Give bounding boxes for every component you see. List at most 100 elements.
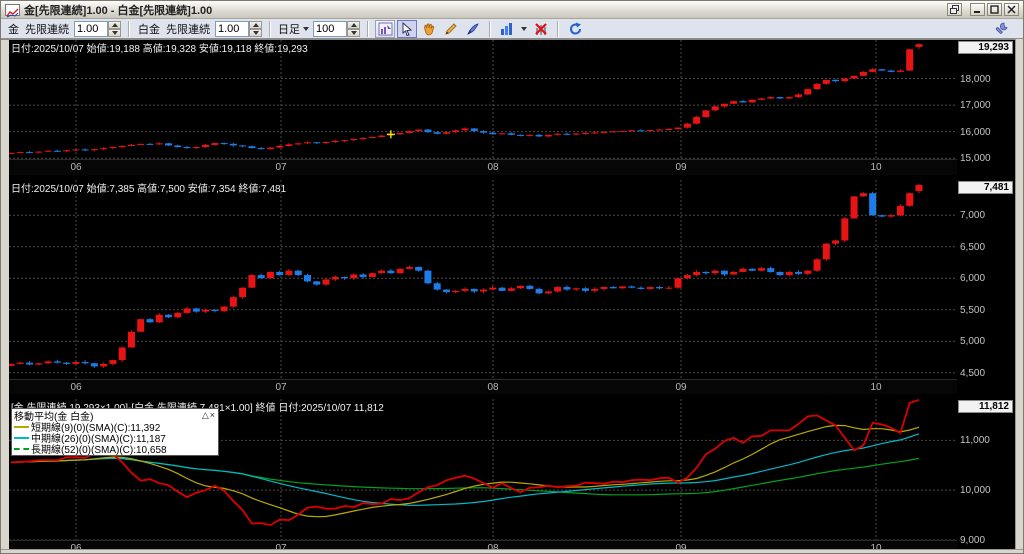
moving-average-legend: 移動平均(金 白金) △× 短期線(9)(0)(SMA)(C):11,392 中… <box>11 408 219 456</box>
platinum-candlestick-panel[interactable]: 日付:2025/10/07 始値:7,385 高値:7,500 安値:7,354… <box>9 180 957 379</box>
candle-body <box>127 331 135 348</box>
candle-body <box>600 131 608 133</box>
candle-body <box>804 89 812 95</box>
x-axis-label: 10 <box>870 382 882 393</box>
indicator-chart-icon[interactable] <box>497 20 517 38</box>
gold-scale-input[interactable] <box>74 20 108 37</box>
gold-symbol-label: 金 <box>8 23 19 36</box>
candle-body <box>81 361 89 364</box>
candle-body <box>609 287 617 289</box>
plot-region: 日付:2025/10/07 始値:19,188 高値:19,328 安値:19,… <box>9 40 957 553</box>
candle-body <box>452 290 460 293</box>
quill-icon[interactable] <box>463 20 483 38</box>
x-axis-label: 06 <box>70 162 82 173</box>
candle-body <box>165 143 173 146</box>
gold-scale-up-button[interactable] <box>108 20 121 29</box>
gold-scale-down-button[interactable] <box>108 28 121 37</box>
candle-body <box>72 149 80 151</box>
candle-body <box>813 259 821 271</box>
hand-icon[interactable] <box>419 20 439 38</box>
candle-body <box>192 147 200 149</box>
candle-body <box>915 44 923 47</box>
bar-count-up-button[interactable] <box>347 20 360 29</box>
candle-body <box>850 196 858 219</box>
platinum-x-axis: 06 07 08 09 10 <box>9 379 957 394</box>
x-axis-label: 09 <box>675 382 687 393</box>
candle-body <box>239 287 247 298</box>
candle-body <box>767 268 775 272</box>
platinum-scale-input[interactable] <box>215 20 249 37</box>
candle-body <box>637 287 645 289</box>
short-ma-swatch <box>14 425 29 428</box>
candle-body <box>155 143 163 145</box>
candle-body <box>63 362 71 364</box>
candle-body <box>266 147 274 150</box>
delete-indicator-icon[interactable] <box>531 20 551 38</box>
platinum-scale-down-button[interactable] <box>249 28 262 37</box>
candle-body <box>211 143 219 145</box>
candle-body <box>480 289 488 292</box>
candle-body <box>832 79 840 82</box>
candle-body <box>109 147 117 149</box>
candle-body <box>359 274 367 277</box>
candle-body <box>276 145 284 148</box>
cursor-icon[interactable] <box>397 19 417 38</box>
wrench-icon[interactable] <box>991 20 1011 38</box>
candle-body <box>498 133 506 135</box>
spread-line-panel[interactable]: [金 先限連続 19,293×1.00]-[白金 先限連続 7,481×1.00… <box>9 399 957 540</box>
y-axis-tick-label: 7,000 <box>960 210 986 222</box>
candle-body <box>229 143 237 146</box>
platinum-scale-spinner <box>215 20 262 37</box>
toolbar-separator <box>489 20 491 37</box>
maximize-button[interactable] <box>987 3 1002 16</box>
period-chart-icon[interactable] <box>375 19 395 38</box>
gold-ohlc-readout: 日付:2025/10/07 始値:19,188 高値:19,328 安値:19,… <box>11 44 308 55</box>
candle-body <box>165 314 173 318</box>
candle-body <box>906 193 914 206</box>
candle-body <box>118 347 126 361</box>
gold-series-label: 先限連続 <box>25 23 69 36</box>
candle-body <box>257 275 265 279</box>
legend-collapse-close-icons[interactable]: △× <box>202 410 216 421</box>
gold-candlestick-panel[interactable]: 日付:2025/10/07 始値:19,188 高値:19,328 安値:19,… <box>9 40 957 159</box>
period-dropdown[interactable]: 日足 <box>278 21 309 37</box>
candle-body <box>9 363 15 366</box>
title-bar[interactable]: 金[先限連続]1.00 - 白金[先限連続]1.00 <box>1 1 1023 19</box>
candle-body <box>313 142 321 144</box>
candle-body <box>220 306 228 311</box>
candle-body <box>804 270 812 274</box>
bar-count-down-button[interactable] <box>347 28 360 37</box>
close-button[interactable] <box>1004 3 1019 16</box>
candle-body <box>461 288 469 291</box>
candle-body <box>313 281 321 285</box>
candle-body <box>693 117 701 124</box>
float-window-button[interactable] <box>947 3 962 16</box>
candle-body <box>683 123 691 128</box>
window-controls <box>947 3 1019 16</box>
candle-body <box>470 288 478 292</box>
candle-body <box>461 128 469 131</box>
candle-body <box>581 288 589 291</box>
candle-body <box>859 193 867 197</box>
candle-body <box>674 278 682 288</box>
minimize-button[interactable] <box>970 3 985 16</box>
pencil-icon[interactable] <box>441 20 461 38</box>
candle-body <box>396 268 404 274</box>
y-axis-tick-label: 6,000 <box>960 273 986 285</box>
platinum-scale-up-button[interactable] <box>249 20 262 29</box>
candle-body <box>785 271 793 276</box>
chevron-down-icon[interactable] <box>521 26 527 31</box>
window-right-edge <box>1015 39 1023 549</box>
candle-body <box>229 297 237 307</box>
mid-ma-swatch <box>14 436 29 439</box>
candle-body <box>526 134 534 136</box>
candle-body <box>35 151 43 153</box>
chart-area: 日付:2025/10/07 始値:19,188 高値:19,328 安値:19,… <box>1 39 1023 553</box>
y-axis-tick-label: 10,000 <box>960 485 991 497</box>
bar-count-input[interactable] <box>313 20 347 37</box>
candle-body <box>341 140 349 142</box>
refresh-icon[interactable] <box>565 20 585 38</box>
candle-body <box>591 132 599 134</box>
candle-body <box>72 361 80 364</box>
toolbar-separator <box>367 20 369 37</box>
